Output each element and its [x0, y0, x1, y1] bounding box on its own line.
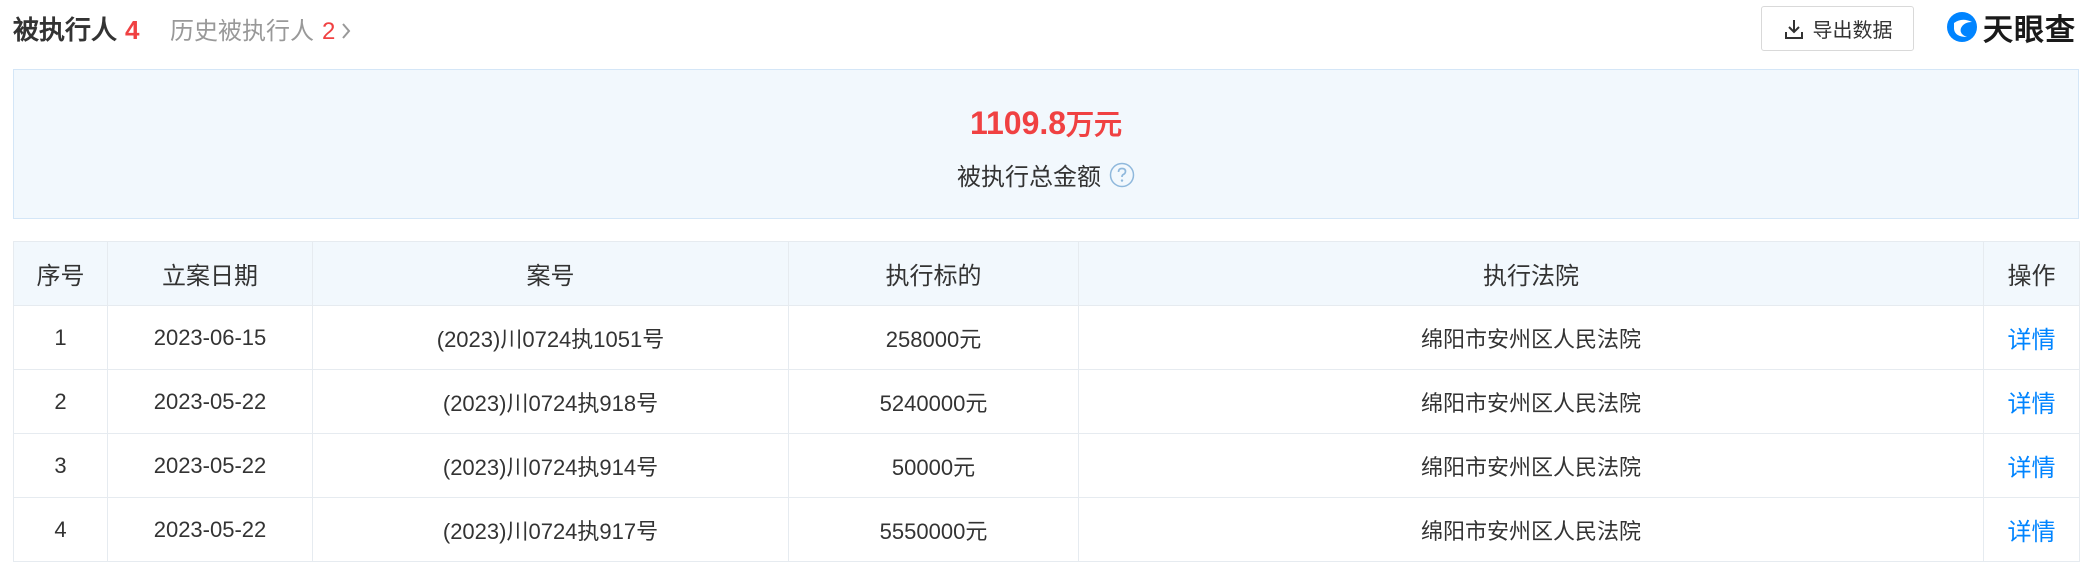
total-amount-caption: 被执行总金额	[14, 157, 2078, 192]
top-bar: 被执行人 4 历史被执行人 2 导出数据 天眼查	[0, 0, 2083, 55]
logo-text: 天眼查	[1983, 14, 2076, 47]
cell-action: 详情	[1983, 305, 2080, 370]
total-amount: 1109.8万元	[14, 103, 2078, 143]
cell-action: 详情	[1983, 369, 2080, 434]
table-row: 2 2023-05-22 (2023)川0724执918号 5240000元 绵…	[13, 369, 2080, 434]
column-header-case-number: 案号	[312, 241, 789, 306]
cell-date: 2023-05-22	[107, 369, 313, 434]
history-link[interactable]: 历史被执行人 2	[170, 11, 351, 47]
history-link-label: 历史被执行人	[170, 18, 314, 45]
cell-court: 绵阳市安州区人民法院	[1078, 497, 1984, 562]
cell-index: 1	[13, 305, 108, 370]
table-row: 4 2023-05-22 (2023)川0724执917号 5550000元 绵…	[13, 497, 2080, 562]
detail-link[interactable]: 详情	[2008, 391, 2056, 418]
history-link-count: 2	[322, 18, 336, 45]
cell-case-number: (2023)川0724执914号	[312, 433, 789, 498]
column-header-court: 执行法院	[1078, 241, 1984, 306]
column-header-index: 序号	[13, 241, 108, 306]
cell-case-number: (2023)川0724执1051号	[312, 305, 789, 370]
cell-amount: 50000元	[788, 433, 1079, 498]
table-row: 3 2023-05-22 (2023)川0724执914号 50000元 绵阳市…	[13, 433, 2080, 498]
export-data-label: 导出数据	[1812, 20, 1893, 42]
cell-date: 2023-05-22	[107, 433, 313, 498]
download-icon	[1784, 19, 1803, 39]
cell-case-number: (2023)川0724执917号	[312, 497, 789, 562]
total-amount-label: 被执行总金额	[957, 164, 1101, 191]
cell-action: 详情	[1983, 497, 2080, 562]
tianyancha-logo-icon	[1947, 12, 1977, 42]
section-title-label: 被执行人	[13, 15, 118, 45]
cell-case-number: (2023)川0724执918号	[312, 369, 789, 434]
question-circle-icon[interactable]	[1109, 162, 1135, 188]
enforcement-table: 序号 立案日期 案号 执行标的 执行法院 操作 1 2023-06-15 (20…	[13, 241, 2080, 562]
export-data-button[interactable]: 导出数据	[1761, 6, 1914, 51]
section-title-count: 4	[125, 15, 140, 45]
cell-amount: 5550000元	[788, 497, 1079, 562]
total-amount-panel: 1109.8万元 被执行总金额	[13, 69, 2079, 219]
detail-link[interactable]: 详情	[2008, 327, 2056, 354]
cell-date: 2023-06-15	[107, 305, 313, 370]
detail-link[interactable]: 详情	[2008, 519, 2056, 546]
section-title: 被执行人 4	[13, 10, 139, 47]
tianyancha-logo: 天眼查	[1945, 6, 2076, 48]
cell-court: 绵阳市安州区人民法院	[1078, 305, 1984, 370]
cell-index: 4	[13, 497, 108, 562]
total-amount-value: 1109.8	[969, 105, 1067, 141]
cell-index: 2	[13, 369, 108, 434]
cell-index: 3	[13, 433, 108, 498]
cell-court: 绵阳市安州区人民法院	[1078, 369, 1984, 434]
column-header-amount: 执行标的	[788, 241, 1079, 306]
cell-date: 2023-05-22	[107, 497, 313, 562]
detail-link[interactable]: 详情	[2008, 455, 2056, 482]
cell-action: 详情	[1983, 433, 2080, 498]
column-header-date: 立案日期	[107, 241, 313, 306]
chevron-right-icon	[341, 19, 351, 47]
column-header-action: 操作	[1983, 241, 2080, 306]
table-header-row: 序号 立案日期 案号 执行标的 执行法院 操作	[13, 241, 2080, 306]
table-row: 1 2023-06-15 (2023)川0724执1051号 258000元 绵…	[13, 305, 2080, 370]
cell-amount: 5240000元	[788, 369, 1079, 434]
total-amount-unit: 万元	[1066, 109, 1123, 140]
cell-amount: 258000元	[788, 305, 1079, 370]
cell-court: 绵阳市安州区人民法院	[1078, 433, 1984, 498]
